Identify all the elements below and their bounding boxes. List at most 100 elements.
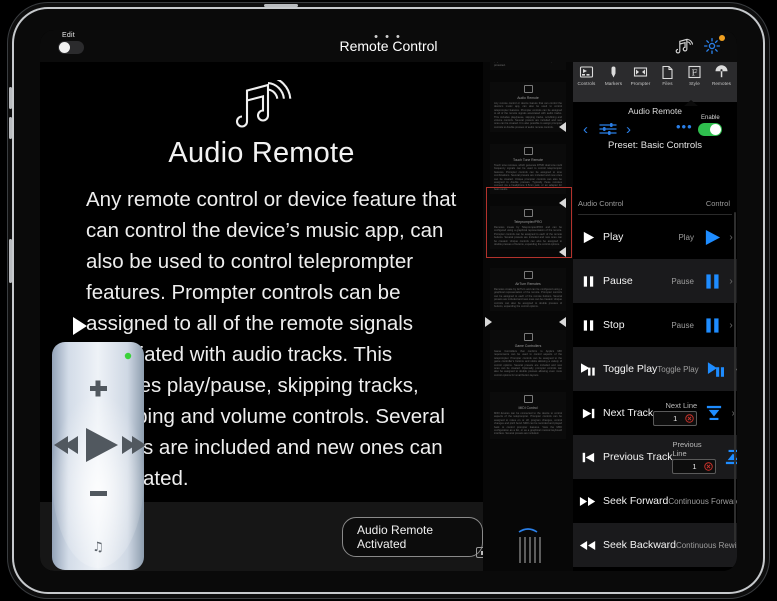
stepper-label: Next Line [665, 400, 698, 410]
row-value: Play [678, 232, 694, 242]
sliders-icon[interactable] [599, 122, 617, 136]
audio-remote-hero-icon [235, 80, 291, 128]
seek-backward-icon [579, 540, 596, 550]
preview-section: Web ServerThe Web Server remote allows c… [490, 62, 566, 71]
volume-down-icon [90, 491, 107, 496]
row-action-icon[interactable] [699, 229, 725, 246]
document-preview-column[interactable]: Web ServerThe Web Server remote allows c… [483, 62, 573, 571]
resize-handle[interactable] [476, 547, 483, 558]
row-action-icon[interactable] [699, 273, 725, 290]
preview-section-body: The Web Server remote allows complete co… [494, 62, 562, 67]
stepper-label: Previous Line [672, 440, 702, 458]
next-line-action-icon [707, 405, 722, 421]
control-row-previous-track[interactable]: Previous TrackPrevious Line1› [573, 435, 737, 479]
pause-action-icon [705, 273, 719, 289]
remote-led-icon [124, 352, 132, 360]
markers-icon [611, 66, 616, 78]
control-row-seek-forward[interactable]: Seek ForwardContinuous Forward› [573, 479, 737, 523]
more-options-button[interactable]: ••• [676, 120, 693, 133]
controls-icon [579, 66, 594, 78]
stop-icon [583, 319, 593, 331]
row-label: Next Track [603, 407, 654, 419]
row-label: Stop [603, 319, 625, 331]
control-row-play[interactable]: Play Play › [573, 215, 737, 259]
preview-section-icon [523, 395, 533, 403]
toggle-play-action-icon [707, 361, 724, 377]
row-label: Seek Forward [603, 495, 669, 507]
list-header: Audio Control Control [573, 195, 737, 215]
row-leading-icon [573, 362, 603, 377]
files-icon [662, 65, 673, 79]
row-label: Toggle Play [603, 363, 658, 375]
row-action-icon[interactable] [704, 361, 730, 378]
toolbar-item-label: Markers [604, 81, 623, 86]
preview-section-heading: AirTurn Remotes [515, 282, 541, 286]
preview-section: Game Controllers Game Controllers that co… [490, 330, 566, 381]
preview-cue-arrow-icon [559, 317, 566, 327]
prompter-icon [633, 67, 648, 77]
control-rows-list: Play Play › Pause Pause › Stop Pause › Toggle Pla… [573, 215, 737, 567]
toolbar-item-markers[interactable]: Markers [600, 62, 627, 86]
toolbar-item-controls[interactable]: Controls [573, 62, 600, 86]
preview-section: Audio Remote Any remote control or device… [490, 82, 566, 133]
cue-marker-left-icon [73, 317, 87, 335]
control-row-next-track[interactable]: Next TrackNext Line1› [573, 391, 737, 435]
remotes-icon [715, 65, 728, 78]
page-title: Remote Control [339, 38, 438, 54]
enable-toggle-knob [710, 124, 721, 135]
toolbar-item-files[interactable]: Files [654, 62, 681, 86]
toolbar-item-label: Remotes [711, 81, 732, 86]
toolbar-item-label: Prompter [630, 81, 651, 86]
app-screen: Edit • • • Remote Control Audio Remote A… [40, 30, 737, 571]
stepper-field[interactable]: 1 [672, 459, 717, 474]
control-row-toggle-play[interactable]: Toggle PlayToggle Play› [573, 347, 737, 391]
stepper-field[interactable]: 1 [653, 410, 698, 426]
preset-next-button[interactable]: › [626, 121, 631, 138]
control-row-pause[interactable]: Pause Pause › [573, 259, 737, 303]
toolbar-item-prompter[interactable]: Prompter [627, 62, 654, 86]
preview-section-heading: Audio Remote [517, 96, 539, 100]
row-leading-icon [573, 406, 603, 421]
row-leading-icon [573, 318, 603, 333]
device-button-top [264, 4, 298, 7]
clear-field-icon[interactable] [704, 462, 714, 471]
row-action-icon[interactable] [701, 405, 727, 421]
row-value: Pause [671, 320, 694, 330]
row-leading-icon [573, 538, 603, 553]
enable-label: Enable [701, 115, 720, 121]
toolbar-item-remotes[interactable]: Remotes [708, 62, 735, 86]
panel-toolbar: Controls Markers Prompter Files F Style Remote… [573, 62, 737, 102]
toolbar-item-style[interactable]: F Style [681, 62, 708, 86]
panel-scrollbar[interactable] [734, 212, 736, 542]
preview-cue-arrow-icon [559, 122, 566, 132]
stepper-value: 1 [673, 413, 678, 423]
play-icon [583, 231, 594, 243]
preview-section-body: Remotes create by AirTurn and can be con… [494, 288, 562, 309]
svg-text:F: F [692, 68, 698, 78]
preview-section-body: Any remote control or device feature tha… [494, 102, 562, 129]
row-value: Continuous Rewind [675, 540, 737, 550]
row-leading-icon [573, 450, 603, 465]
row-stepper[interactable]: Previous Line 1 [672, 440, 717, 474]
preview-section-icon [523, 271, 533, 279]
row-action-icon[interactable] [699, 317, 725, 334]
toolbar-item-monitor[interactable]: Monitor [735, 62, 737, 86]
preview-section-heading: MIDI Control [518, 406, 538, 410]
enable-toggle[interactable] [698, 123, 722, 136]
toolbar-item-label: Style [689, 81, 700, 86]
row-stepper[interactable]: Next Line 1 [653, 400, 698, 426]
music-remote-icon[interactable] [675, 37, 693, 55]
control-row-stop[interactable]: Stop Pause › [573, 303, 737, 347]
audio-remote-widget[interactable]: ♫ [48, 338, 148, 571]
app-top-bar: Edit • • • Remote Control [40, 30, 737, 62]
row-leading-icon [573, 230, 603, 245]
control-row-seek-backward[interactable]: Seek BackwardContinuous Rewind› [573, 523, 737, 567]
preview-section: MIDI Control MIDI devices can be connecte… [490, 392, 566, 439]
status-badge: Audio Remote Activated [342, 517, 483, 557]
row-label: Seek Backward [603, 539, 676, 551]
clear-field-icon[interactable] [685, 413, 694, 423]
gear-icon[interactable] [703, 37, 721, 55]
preset-previous-button[interactable]: ‹ [583, 121, 588, 138]
row-value: Continuous Forward [668, 496, 737, 506]
preset-name: Preset: Basic Controls [608, 140, 702, 151]
